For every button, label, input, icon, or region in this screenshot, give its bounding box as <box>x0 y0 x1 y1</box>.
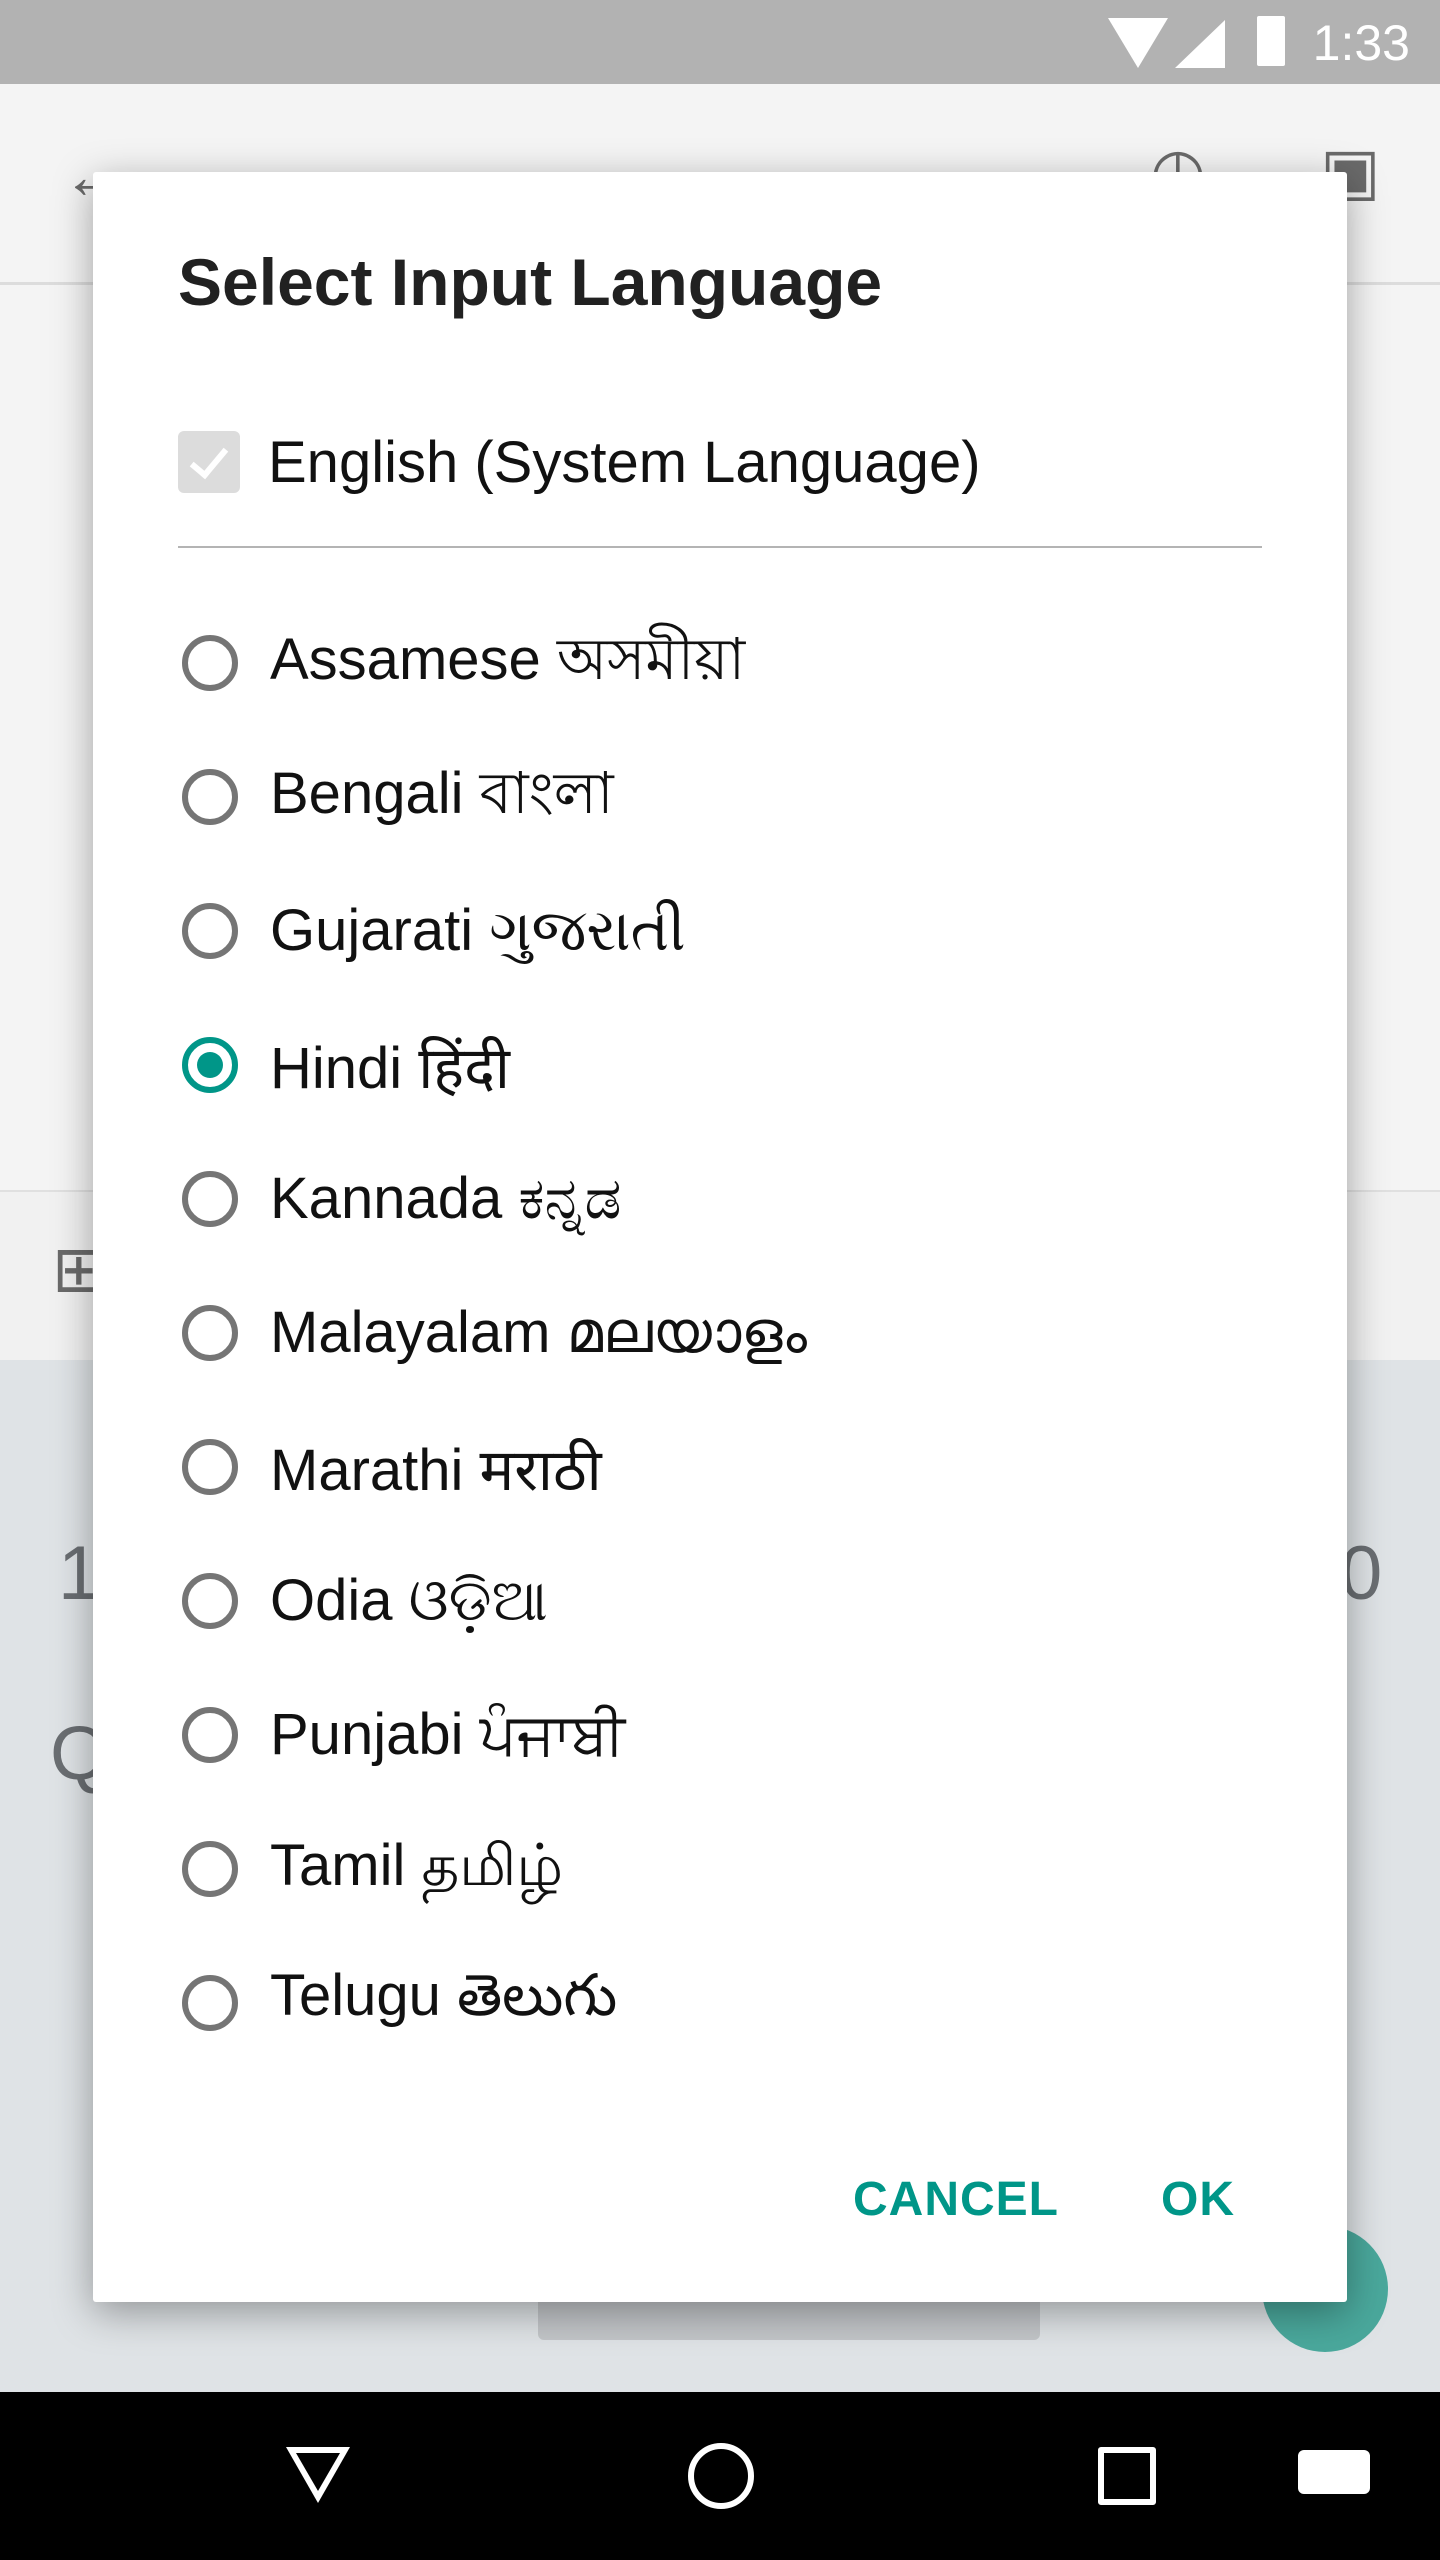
language-option[interactable]: Telugu తెలుగు <box>178 1936 1278 2070</box>
language-option[interactable]: Hindi हिंदी <box>178 998 1278 1132</box>
radio-unselected-icon[interactable] <box>182 1975 238 2031</box>
radio-unselected-icon[interactable] <box>182 1707 238 1763</box>
radio-unselected-icon[interactable] <box>182 1171 238 1227</box>
language-label: Gujarati ગુજરાતી <box>270 898 686 963</box>
system-language-row: English (System Language) <box>178 422 981 502</box>
language-dialog: Select Input Language English (System La… <box>93 172 1347 2302</box>
language-option[interactable]: Kannada ಕನ್ನಡ <box>178 1132 1278 1266</box>
language-option[interactable]: Assamese অসমীয়া <box>178 596 1278 730</box>
language-list: Assamese অসমীয়া Bengali বাংলা Gujarati ગુ… <box>178 596 1278 2070</box>
dialog-title: Select Input Language <box>178 245 883 319</box>
status-bar: 1:33 <box>0 0 1440 84</box>
language-label: Punjabi ਪੰਜਾਬੀ <box>270 1702 626 1767</box>
language-option[interactable]: Marathi मराठी <box>178 1400 1278 1534</box>
language-label: Bengali বাংলা <box>270 760 614 826</box>
home-icon[interactable] <box>688 2443 754 2509</box>
language-option[interactable]: Malayalam മലയാളം <box>178 1266 1278 1400</box>
language-option[interactable]: Odia ଓଡ଼ିଆ <box>178 1534 1278 1668</box>
keyboard-icon[interactable] <box>1298 2450 1370 2494</box>
radio-unselected-icon[interactable] <box>182 1305 238 1361</box>
radio-unselected-icon[interactable] <box>182 903 238 959</box>
radio-unselected-icon[interactable] <box>182 635 238 691</box>
system-language-label: English (System Language) <box>268 429 981 495</box>
back-icon[interactable] <box>286 2447 350 2503</box>
radio-selected-icon[interactable] <box>182 1037 238 1093</box>
language-label: Marathi मराठी <box>270 1437 602 1503</box>
language-label: Kannada ಕನ್ನಡ <box>270 1166 622 1231</box>
status-time: 1:33 <box>1312 15 1410 71</box>
system-language-checkbox <box>178 431 240 493</box>
radio-unselected-icon[interactable] <box>182 1573 238 1629</box>
language-label: Odia ଓଡ଼ିଆ <box>270 1568 548 1633</box>
radio-unselected-icon[interactable] <box>182 1841 238 1897</box>
radio-unselected-icon[interactable] <box>182 769 238 825</box>
radio-unselected-icon[interactable] <box>182 1439 238 1495</box>
wifi-icon <box>1108 18 1168 68</box>
ok-button[interactable]: OK <box>1161 2172 1235 2227</box>
language-label: Assamese অসমীয়া <box>270 626 746 692</box>
language-label: Malayalam മലയാളം <box>270 1300 807 1365</box>
signal-icon <box>1175 20 1225 68</box>
language-option[interactable]: Bengali বাংলা <box>178 730 1278 864</box>
language-option[interactable]: Punjabi ਪੰਜਾਬੀ <box>178 1668 1278 1802</box>
divider <box>178 546 1262 548</box>
language-label: Tamil தமிழ் <box>270 1832 564 1898</box>
language-option[interactable]: Tamil தமிழ் <box>178 1802 1278 1936</box>
language-option[interactable]: Gujarati ગુજરાતી <box>178 864 1278 998</box>
recents-icon[interactable] <box>1098 2447 1156 2505</box>
cancel-button[interactable]: CANCEL <box>853 2172 1059 2227</box>
language-label: Telugu తెలుగు <box>270 1963 618 2028</box>
language-label: Hindi हिंदी <box>270 1035 510 1101</box>
battery-icon <box>1257 16 1285 66</box>
